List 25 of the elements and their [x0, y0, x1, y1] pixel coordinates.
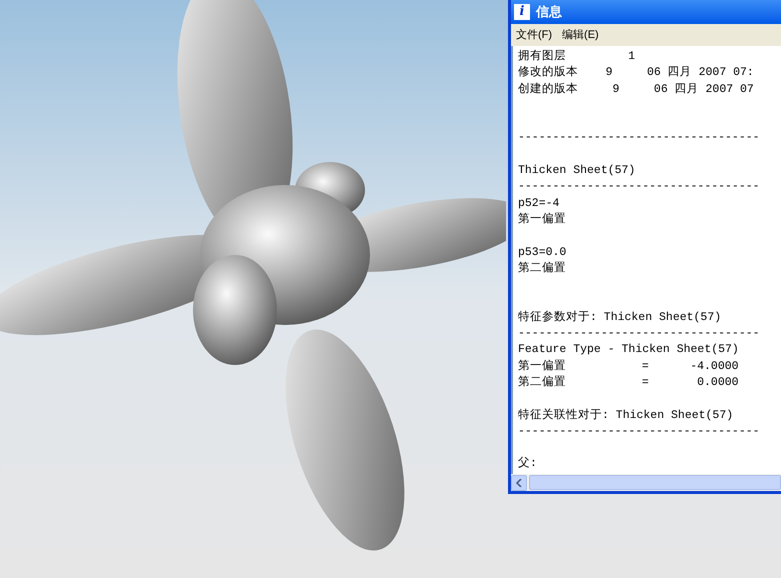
- menu-item[interactable]: 文件(F): [516, 26, 552, 44]
- text-line: 特征关联性对于: Thicken Sheet(57): [518, 408, 734, 424]
- window-title: 信息: [536, 3, 562, 22]
- text-line: 创建的版本 9 06 四月 2007 07: [518, 82, 754, 98]
- text-line: 特征参数对于: Thicken Sheet(57): [518, 310, 722, 326]
- text-line: p52=-4: [518, 196, 560, 212]
- scroll-thumb[interactable]: [529, 475, 781, 490]
- text-line: 第一偏置 = -4.0000: [518, 358, 739, 375]
- text-line: p53=0.0: [518, 244, 566, 261]
- text-line: 拥有图层 1: [518, 49, 636, 65]
- text-line: 第二偏置: [518, 260, 566, 277]
- info-icon: i: [514, 4, 530, 20]
- text-line: -----------------------------------: [518, 326, 760, 342]
- text-line: 第二偏置 = 0.0000: [518, 374, 739, 391]
- text-line: Thicken Sheet(57): [518, 163, 636, 180]
- text-line: Feature Type - Thicken Sheet(57): [518, 342, 739, 358]
- menu-item[interactable]: 编辑(E): [562, 26, 599, 44]
- text-line: -----------------------------------: [518, 130, 760, 146]
- text-line: -----------------------------------: [518, 179, 760, 196]
- text-line: 修改的版本 9 06 四月 2007 07:: [518, 65, 754, 82]
- horizontal-scrollbar[interactable]: [511, 474, 781, 491]
- text-line: 父:: [518, 456, 537, 472]
- text-line: -----------------------------------: [518, 424, 760, 440]
- text-line: 第一偏置: [518, 212, 566, 228]
- scroll-left-button[interactable]: [511, 474, 527, 490]
